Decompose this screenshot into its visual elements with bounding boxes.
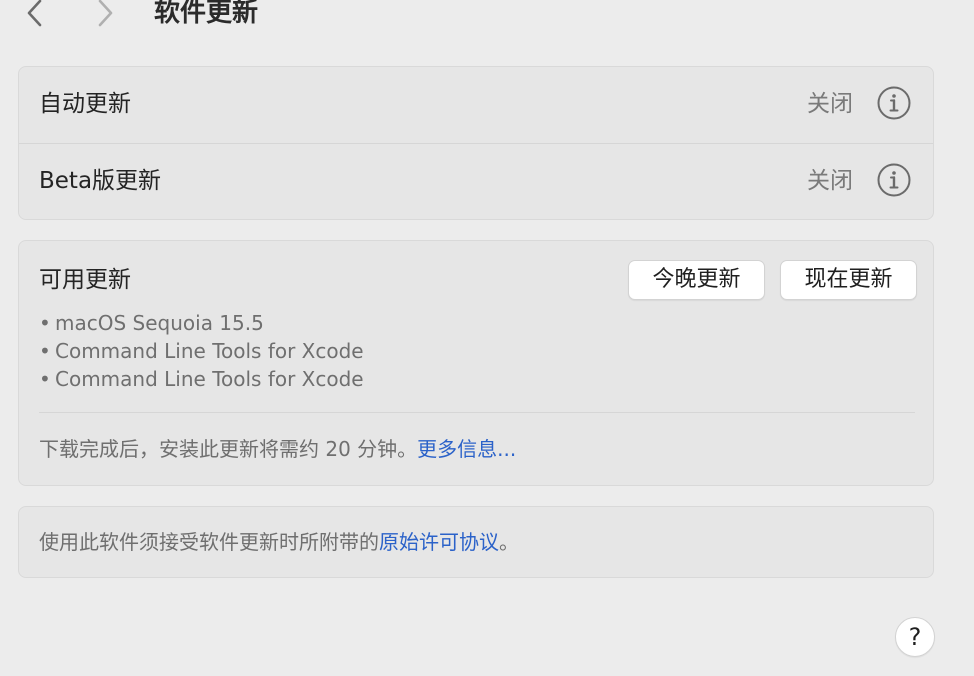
license-suffix: 。 xyxy=(499,530,519,554)
settings-card: 自动更新 关闭 Beta版更新 关闭 xyxy=(18,66,934,220)
chevron-left-icon xyxy=(27,0,42,27)
install-time-text: 下载完成后，安装此更新将需约 20 分钟。 xyxy=(39,437,418,461)
bullet: • xyxy=(39,367,51,391)
updates-divider xyxy=(39,412,915,413)
available-updates-title: 可用更新 xyxy=(39,267,131,293)
beta-update-label: Beta版更新 xyxy=(39,168,162,194)
back-button[interactable] xyxy=(20,0,50,30)
update-list: • macOS Sequoia 15.5 • Command Line Tools … xyxy=(39,309,364,393)
info-icon[interactable] xyxy=(877,163,911,197)
update-now-button[interactable]: 现在更新 xyxy=(780,260,917,300)
update-tonight-button[interactable]: 今晚更新 xyxy=(628,260,765,300)
license-agreement-link[interactable]: 原始许可协议 xyxy=(379,530,499,554)
beta-update-status: 关闭 xyxy=(807,168,853,194)
update-name: Command Line Tools for Xcode xyxy=(55,367,364,391)
more-info-link[interactable]: 更多信息... xyxy=(417,437,516,461)
list-item: • macOS Sequoia 15.5 xyxy=(39,309,364,337)
list-item: • Command Line Tools for Xcode xyxy=(39,337,364,365)
auto-update-label: 自动更新 xyxy=(39,91,131,117)
available-updates-card: 可用更新 今晚更新 现在更新 • macOS Sequoia 15.5 • Comm… xyxy=(18,240,934,486)
update-name: Command Line Tools for Xcode xyxy=(55,339,364,363)
auto-update-row[interactable]: 自动更新 关闭 xyxy=(19,67,933,143)
update-name: macOS Sequoia 15.5 xyxy=(55,311,264,335)
forward-button[interactable] xyxy=(90,0,120,30)
chevron-right-icon xyxy=(98,0,113,27)
license-card: 使用此软件须接受软件更新时所附带的原始许可协议。 xyxy=(18,506,934,578)
beta-update-row[interactable]: Beta版更新 关闭 xyxy=(19,144,933,220)
install-time-note: 下载完成后，安装此更新将需约 20 分钟。更多信息... xyxy=(39,435,516,463)
bullet: • xyxy=(39,311,51,335)
help-button[interactable]: ? xyxy=(895,617,935,657)
info-icon[interactable] xyxy=(877,86,911,120)
license-text: 使用此软件须接受软件更新时所附带的 xyxy=(39,530,379,554)
auto-update-status: 关闭 xyxy=(807,91,853,117)
list-item: • Command Line Tools for Xcode xyxy=(39,365,364,393)
header: 软件更新 xyxy=(0,0,974,30)
page-title: 软件更新 xyxy=(154,0,259,28)
license-note: 使用此软件须接受软件更新时所附带的原始许可协议。 xyxy=(39,528,519,556)
bullet: • xyxy=(39,339,51,363)
